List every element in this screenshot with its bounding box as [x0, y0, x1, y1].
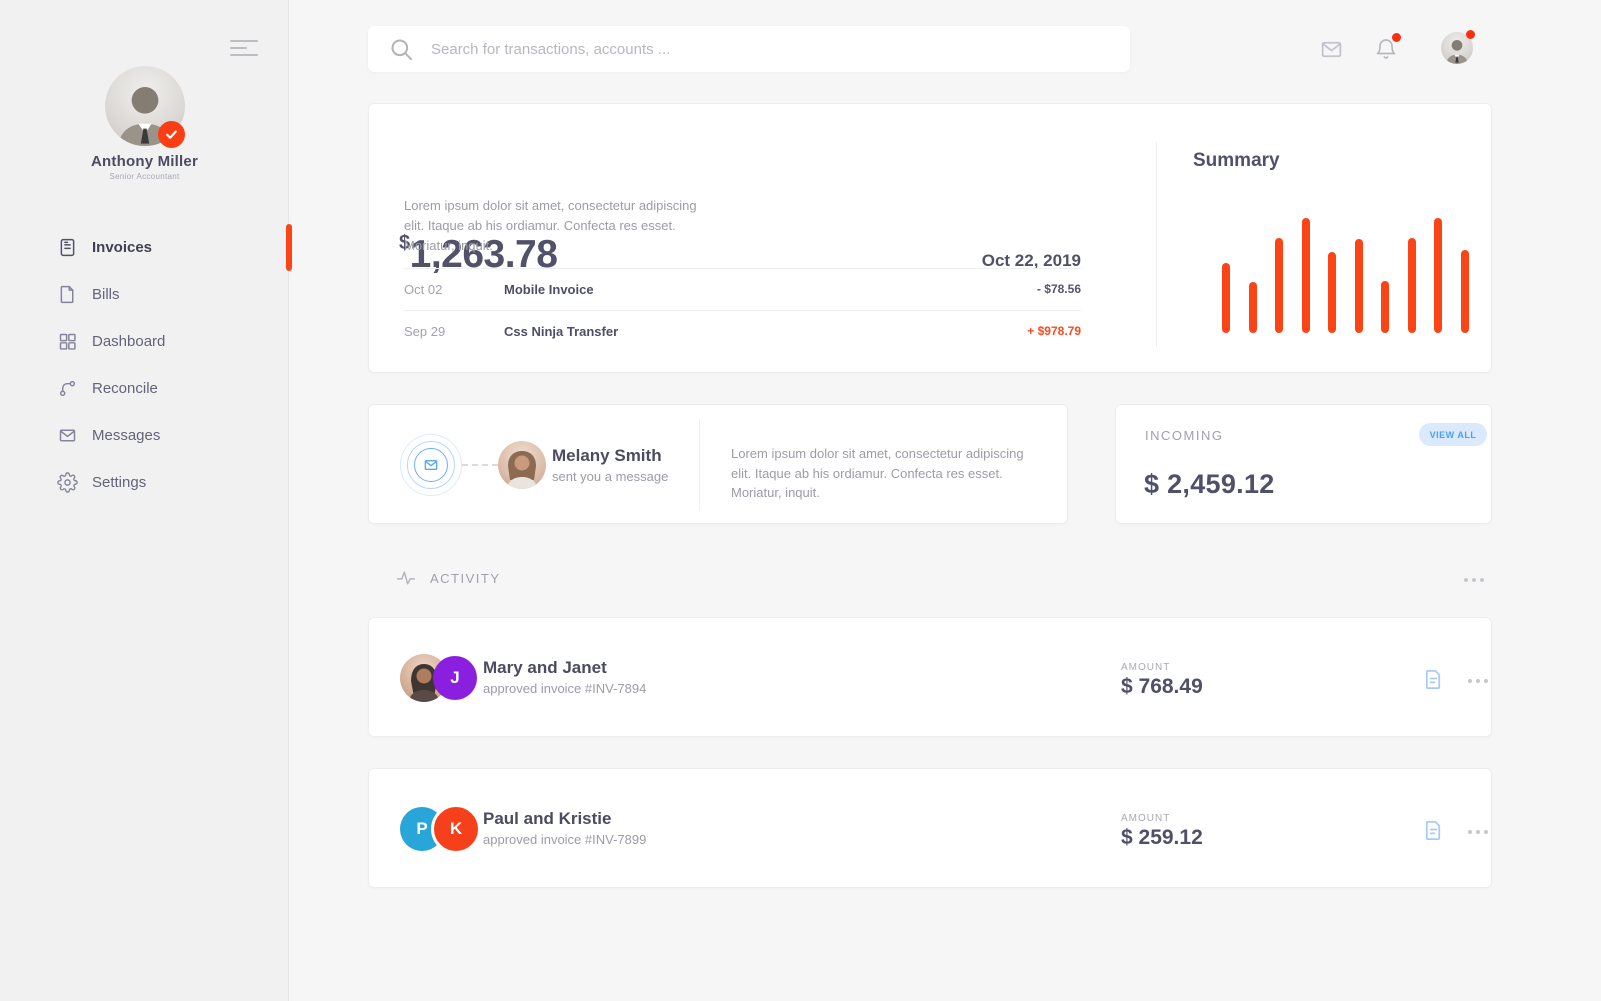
menu-toggle-icon[interactable]	[230, 40, 260, 60]
summary-bar-chart	[1222, 218, 1472, 333]
invoice-document-icon[interactable]	[1422, 668, 1445, 696]
sidebar-item-bills[interactable]: Bills	[0, 271, 289, 318]
dashed-connector	[462, 464, 498, 466]
reconcile-branch-icon	[57, 378, 78, 399]
incoming-card: INCOMING VIEW ALL $ 2,459.12	[1115, 404, 1492, 524]
sidebar-item-label: Settings	[92, 474, 146, 491]
search-bar	[368, 26, 1130, 72]
activity-row-subtitle: approved invoice #INV-7899	[483, 832, 646, 847]
summary-bar	[1275, 238, 1283, 333]
divider	[1156, 142, 1157, 347]
transaction-amount: - $78.56	[1037, 282, 1081, 296]
summary-bar	[1355, 239, 1363, 333]
transaction-row[interactable]: Oct 02 Mobile Invoice - $78.56	[404, 269, 1081, 309]
sidebar-item-reconcile[interactable]: Reconcile	[0, 365, 289, 412]
transaction-row[interactable]: Sep 29 Css Ninja Transfer + $978.79	[404, 311, 1081, 351]
initial-badge: K	[431, 804, 481, 854]
activity-row-title: Mary and Janet	[483, 658, 607, 678]
bills-file-icon	[57, 284, 78, 305]
summary-bar	[1434, 218, 1442, 333]
verified-check-icon	[158, 121, 185, 148]
sidebar-item-label: Messages	[92, 427, 160, 444]
activity-row[interactable]: P K Paul and Kristie approved invoice #I…	[368, 768, 1492, 888]
row-more-icon[interactable]	[1468, 830, 1488, 834]
search-input[interactable]	[431, 41, 1130, 58]
message-body: Lorem ipsum dolor sit amet, consectetur …	[731, 444, 1043, 503]
amount-value: $ 768.49	[1121, 675, 1203, 699]
mail-icon[interactable]	[1319, 37, 1344, 62]
incoming-label: INCOMING	[1145, 428, 1223, 443]
messages-envelope-icon	[57, 425, 78, 446]
sidebar-item-label: Reconcile	[92, 380, 158, 397]
sender-avatar[interactable]	[498, 441, 546, 489]
balance-description: Lorem ipsum dolor sit amet, consectetur …	[404, 196, 709, 256]
sidebar-item-label: Invoices	[92, 239, 152, 256]
summary-bar	[1408, 238, 1416, 333]
bell-icon[interactable]	[1374, 37, 1398, 61]
amount-label: AMOUNT	[1121, 813, 1170, 824]
activity-row-title: Paul and Kristie	[483, 809, 611, 829]
sidebar-nav: Invoices Bills Dashboard Reconcile	[0, 224, 289, 506]
incoming-amount: $ 2,459.12	[1144, 469, 1275, 500]
invoice-document-icon[interactable]	[1422, 819, 1445, 847]
view-all-button[interactable]: VIEW ALL	[1419, 423, 1487, 446]
sender-name: Melany Smith	[552, 446, 662, 466]
message-card: Melany Smith sent you a message Lorem ip…	[368, 404, 1068, 524]
sidebar-item-invoices[interactable]: Invoices	[0, 224, 289, 271]
amount-label: AMOUNT	[1121, 662, 1170, 673]
summary-bar	[1249, 282, 1257, 333]
activity-row-subtitle: approved invoice #INV-7894	[483, 681, 646, 696]
sidebar-item-label: Dashboard	[92, 333, 165, 350]
person-silhouette-icon	[498, 444, 546, 489]
search-icon	[388, 36, 415, 63]
summary-bar	[1461, 250, 1469, 333]
notification-dot	[1392, 33, 1401, 42]
transaction-label: Mobile Invoice	[504, 282, 1037, 297]
user-name: Anthony Miller	[0, 153, 289, 170]
message-envelope-icon	[414, 448, 448, 482]
sidebar-item-settings[interactable]: Settings	[0, 459, 289, 506]
transaction-label: Css Ninja Transfer	[504, 324, 1027, 339]
summary-bar	[1328, 252, 1336, 333]
message-subtitle: sent you a message	[552, 469, 668, 484]
activity-title: ACTIVITY	[430, 571, 501, 586]
sidebar-item-label: Bills	[92, 286, 120, 303]
summary-bar	[1222, 263, 1230, 333]
transaction-date: Sep 29	[404, 324, 504, 339]
summary-title: Summary	[1193, 150, 1280, 172]
transaction-date: Oct 02	[404, 282, 504, 297]
row-more-icon[interactable]	[1468, 679, 1488, 683]
activity-more-icon[interactable]	[1464, 578, 1484, 582]
avatar-notification-dot	[1466, 30, 1475, 39]
active-indicator	[286, 224, 292, 271]
balance-card: $1,263.78 Oct 22, 2019 Lorem ipsum dolor…	[368, 103, 1492, 373]
activity-row[interactable]: J Mary and Janet approved invoice #INV-7…	[368, 617, 1492, 737]
summary-bar	[1381, 281, 1389, 333]
settings-gear-icon	[57, 472, 78, 493]
summary-bar	[1302, 218, 1310, 333]
transaction-amount: + $978.79	[1027, 324, 1081, 338]
sidebar-item-messages[interactable]: Messages	[0, 412, 289, 459]
dashboard-grid-icon	[57, 331, 78, 352]
user-role: Senior Accountant	[0, 172, 289, 181]
invoices-file-text-icon	[57, 237, 78, 258]
activity-header: ACTIVITY	[396, 568, 501, 588]
initial-badge: J	[433, 656, 477, 700]
amount-value: $ 259.12	[1121, 826, 1203, 850]
sidebar-item-dashboard[interactable]: Dashboard	[0, 318, 289, 365]
dashboard-app: Anthony Miller Senior Accountant Invoice…	[0, 0, 1601, 1001]
divider	[699, 419, 700, 511]
sidebar: Anthony Miller Senior Accountant Invoice…	[0, 0, 289, 1001]
activity-pulse-icon	[396, 568, 416, 588]
